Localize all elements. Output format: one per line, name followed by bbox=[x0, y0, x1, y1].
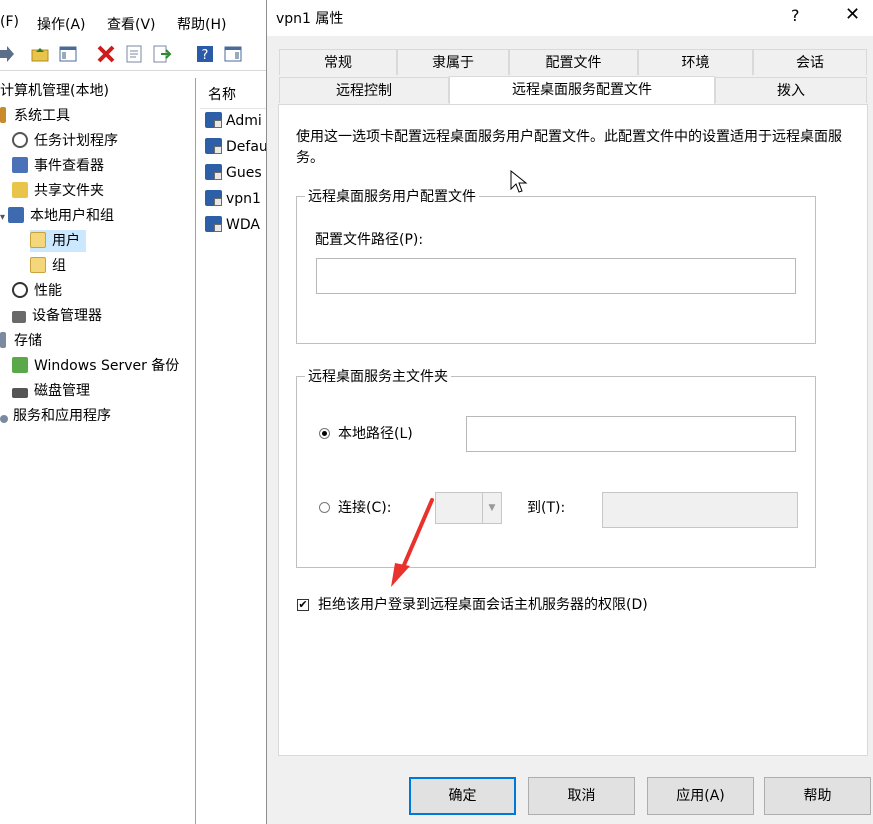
menu-action[interactable]: 操作(A) bbox=[37, 14, 86, 34]
tree-item-shared-folders[interactable]: 共享文件夹 bbox=[12, 180, 104, 202]
tab-general[interactable]: 常规 bbox=[279, 49, 397, 75]
context-help-button[interactable]: ? bbox=[791, 6, 800, 25]
list-item[interactable]: Gues bbox=[205, 164, 262, 181]
tools-icon bbox=[0, 107, 6, 123]
console-tree: 计算机管理(本地) 系统工具 任务计划程序 事件查看器 共享文件夹 ▾ 本地用户和… bbox=[0, 78, 196, 824]
tree-item-users[interactable]: 用户 bbox=[30, 230, 86, 252]
device-manager-icon bbox=[12, 311, 26, 323]
tree-item-computer-management[interactable]: 计算机管理(本地) bbox=[0, 80, 109, 102]
menu-file[interactable]: (F) bbox=[0, 14, 19, 30]
tab-dial-in[interactable]: 拨入 bbox=[715, 77, 867, 103]
red-arrow-annotation bbox=[391, 498, 434, 587]
export-icon[interactable] bbox=[152, 44, 172, 64]
tree-item-system-tools[interactable]: 系统工具 bbox=[0, 105, 70, 127]
profile-groupbox: 远程桌面服务用户配置文件 配置文件路径(P): bbox=[296, 186, 816, 344]
list-item[interactable]: vpn1 bbox=[205, 190, 261, 207]
list-item[interactable]: WDA bbox=[205, 216, 260, 233]
chevron-down-icon[interactable]: ▼ bbox=[482, 493, 501, 523]
help-button[interactable]: 帮助 bbox=[764, 777, 871, 815]
event-log-icon bbox=[12, 157, 28, 173]
local-path-input[interactable] bbox=[466, 416, 796, 452]
folder-icon bbox=[30, 257, 46, 273]
connect-radio[interactable] bbox=[319, 502, 330, 513]
tree-item-disk-management[interactable]: 磁盘管理 bbox=[12, 380, 90, 402]
tab-remote-desktop-profile[interactable]: 远程桌面服务配置文件 bbox=[449, 76, 715, 104]
delete-icon[interactable] bbox=[96, 44, 116, 64]
shared-folder-icon bbox=[12, 182, 28, 198]
to-label: 到(T): bbox=[527, 500, 566, 516]
column-header-name[interactable]: 名称 bbox=[208, 84, 236, 104]
local-path-radio[interactable] bbox=[319, 428, 330, 439]
user-properties-dialog: vpn1 属性 ? ✕ 常规 隶属于 配置文件 环境 会话 远程控制 远程桌面服… bbox=[266, 0, 873, 824]
folder-icon bbox=[30, 232, 46, 248]
mmc-menubar: (F) 操作(A) 查看(V) 帮助(H) bbox=[0, 0, 266, 40]
forward-icon[interactable] bbox=[0, 44, 20, 64]
tree-item-windows-server-backup[interactable]: Windows Server 备份 bbox=[12, 355, 179, 377]
user-disabled-icon bbox=[205, 164, 222, 180]
tree-item-local-users-groups[interactable]: ▾ 本地用户和组 bbox=[0, 205, 114, 227]
tree-item-performance[interactable]: 性能 bbox=[12, 280, 62, 302]
to-path-input[interactable] bbox=[602, 492, 798, 528]
list-item[interactable]: Admi bbox=[205, 112, 262, 129]
tree-item-groups[interactable]: 组 bbox=[30, 255, 66, 277]
close-button[interactable]: ✕ bbox=[845, 4, 860, 25]
users-icon bbox=[8, 207, 24, 223]
profile-path-label: 配置文件路径(P): bbox=[315, 232, 424, 248]
menu-view[interactable]: 查看(V) bbox=[107, 14, 156, 34]
home-group-title: 远程桌面服务主文件夹 bbox=[305, 366, 451, 386]
dialog-titlebar: vpn1 属性 ? ✕ bbox=[267, 0, 873, 36]
user-icon bbox=[205, 190, 222, 206]
console-tree-icon[interactable] bbox=[58, 44, 78, 64]
ok-button[interactable]: 确定 bbox=[409, 777, 516, 815]
clock-icon bbox=[12, 132, 28, 148]
deny-logon-label[interactable]: 拒绝该用户登录到远程桌面会话主机服务器的权限(D) bbox=[318, 594, 648, 614]
home-folder-groupbox: 远程桌面服务主文件夹 本地路径(L) 连接(C): ▼ 到(T): bbox=[296, 366, 816, 568]
performance-icon bbox=[12, 282, 28, 298]
storage-icon bbox=[0, 332, 6, 348]
up-folder-icon[interactable] bbox=[30, 44, 50, 64]
profile-path-input[interactable] bbox=[316, 258, 796, 294]
users-list-pane: 名称 Admi Defau Gues vpn1 WDA bbox=[200, 78, 266, 824]
disk-icon bbox=[12, 388, 28, 398]
connect-label[interactable]: 连接(C): bbox=[338, 497, 391, 517]
tab-member-of[interactable]: 隶属于 bbox=[397, 49, 509, 75]
apply-button[interactable]: 应用(A) bbox=[647, 777, 754, 815]
action-pane-icon[interactable] bbox=[223, 44, 243, 64]
description-text: 使用这一选项卡配置远程桌面服务用户配置文件。此配置文件中的设置适用于远程桌面服务… bbox=[296, 129, 842, 166]
svg-text:?: ? bbox=[202, 48, 209, 63]
tree-item-device-manager[interactable]: 设备管理器 bbox=[12, 305, 102, 327]
tab-remote-control[interactable]: 远程控制 bbox=[279, 77, 449, 103]
list-item[interactable]: Defau bbox=[205, 138, 266, 155]
user-disabled-icon bbox=[205, 216, 222, 232]
user-icon bbox=[205, 112, 222, 128]
expanded-chevron-icon[interactable]: ▾ bbox=[0, 207, 8, 229]
tab-sessions[interactable]: 会话 bbox=[753, 49, 867, 75]
tab-panel: 使用这一选项卡配置远程桌面服务用户配置文件。此配置文件中的设置适用于远程桌面服务… bbox=[278, 104, 868, 756]
mouse-cursor-icon bbox=[510, 170, 528, 193]
tree-item-storage[interactable]: 存储 bbox=[0, 330, 42, 352]
tree-item-services-applications[interactable]: 服务和应用程序 bbox=[0, 405, 111, 427]
dialog-title: vpn1 属性 bbox=[276, 11, 344, 27]
properties-icon[interactable] bbox=[124, 44, 144, 64]
local-path-label[interactable]: 本地路径(L) bbox=[338, 423, 413, 443]
backup-icon bbox=[12, 357, 28, 373]
cancel-button[interactable]: 取消 bbox=[528, 777, 635, 815]
services-gear-icon bbox=[0, 415, 8, 423]
help-icon[interactable]: ? bbox=[195, 44, 215, 64]
header-divider bbox=[200, 108, 266, 109]
tab-environment[interactable]: 环境 bbox=[638, 49, 753, 75]
menu-help[interactable]: 帮助(H) bbox=[177, 14, 226, 34]
user-disabled-icon bbox=[205, 138, 222, 154]
mmc-toolbar: ? bbox=[0, 40, 266, 71]
tab-profile[interactable]: 配置文件 bbox=[509, 49, 638, 75]
tree-item-task-scheduler[interactable]: 任务计划程序 bbox=[12, 130, 118, 152]
deny-logon-checkbox[interactable]: ✔ bbox=[297, 599, 309, 611]
tree-item-event-viewer[interactable]: 事件查看器 bbox=[12, 155, 104, 177]
profile-group-title: 远程桌面服务用户配置文件 bbox=[305, 186, 479, 206]
